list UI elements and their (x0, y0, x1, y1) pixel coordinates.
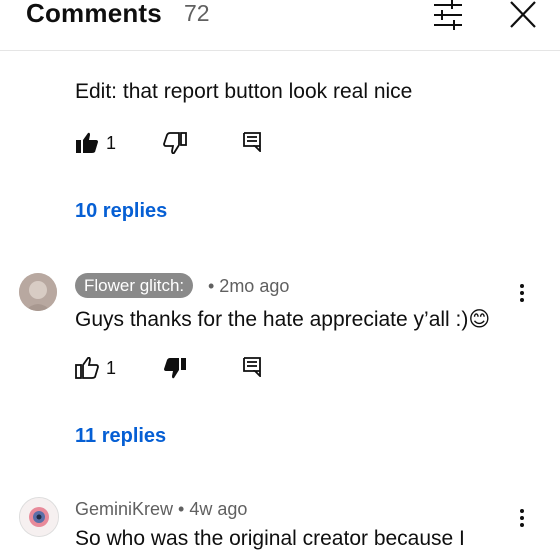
thumbs-up-filled-icon (76, 132, 98, 153)
like-count: 1 (106, 358, 117, 378)
more-dot (520, 298, 524, 302)
comment-timestamp: • 2mo ago (208, 276, 290, 296)
reply-button[interactable] (243, 357, 261, 382)
like-button[interactable] (75, 356, 99, 384)
like-count: 1 (106, 133, 117, 153)
avatar[interactable] (19, 273, 57, 311)
author-name[interactable]: GeminiKrew • 4w ago (75, 499, 247, 520)
thumbs-down-filled-icon (164, 358, 186, 379)
avatar-image (20, 498, 58, 536)
more-options-button[interactable] (517, 507, 527, 529)
view-replies-link[interactable]: 10 replies (75, 200, 167, 223)
more-options-button[interactable] (517, 282, 527, 304)
comment-text: So who was the original creator because … (75, 527, 465, 550)
thumbs-up-outline-icon (75, 356, 99, 379)
close-button[interactable] (506, 0, 540, 30)
like-button[interactable] (75, 132, 99, 159)
avatar-image (19, 273, 57, 311)
comment-text: Edit: that report button look real nice (75, 80, 413, 103)
dislike-button[interactable] (163, 357, 187, 384)
thumbs-down-outline-icon (163, 132, 187, 155)
comments-header: Comments 72 (0, 0, 560, 51)
avatar[interactable] (19, 497, 59, 537)
more-dot (520, 509, 524, 513)
author-name-text: GeminiKrew (75, 499, 174, 519)
author-name-chip[interactable]: Flower glitch: (75, 273, 194, 298)
reply-button[interactable] (243, 132, 261, 157)
comment-timestamp: • 4w ago (178, 499, 248, 519)
more-dot (520, 523, 524, 527)
comments-count: 72 (184, 0, 210, 26)
more-dot (520, 516, 524, 520)
more-dot (520, 284, 524, 288)
comment-icon (243, 132, 261, 154)
comment-icon (243, 357, 261, 379)
close-icon (510, 1, 536, 28)
smiling-emoji: 😊 (468, 308, 491, 331)
dislike-button[interactable] (163, 132, 187, 159)
more-dot (520, 291, 524, 295)
sort-filter-button[interactable] (430, 0, 466, 30)
sliders-icon (434, 0, 462, 30)
comment-text: Guys thanks for the hate appreciate y’al… (75, 308, 469, 331)
view-replies-link[interactable]: 11 replies (75, 425, 166, 448)
comment-text-line: Guys thanks for the hate appreciate y’al… (75, 307, 490, 332)
comments-title: Comments (26, 0, 162, 28)
